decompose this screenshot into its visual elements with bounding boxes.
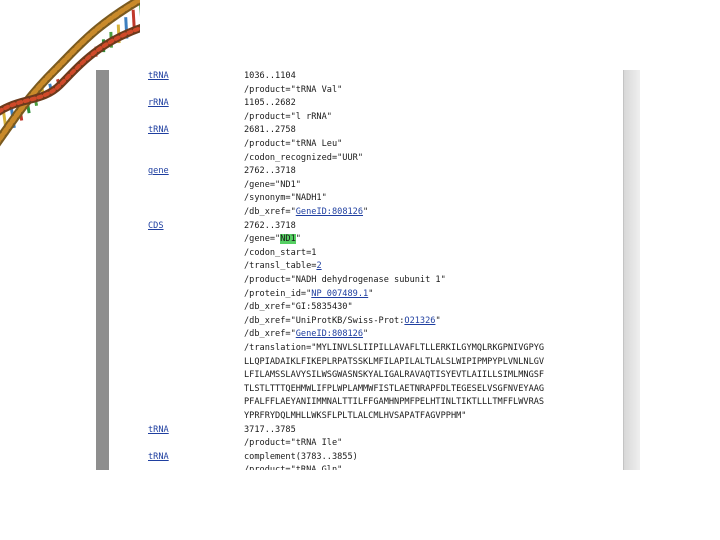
qualifier-suffix: ": [363, 329, 369, 340]
xref-link[interactable]: NP_007489.1: [311, 289, 368, 299]
qualifier-suffix: ": [363, 207, 369, 217]
qualifier-text: /db_xref="GeneID:808126": [244, 206, 368, 219]
qualifier-text: /db_xref="UniProtKB/Swiss-Prot:O21326": [244, 315, 441, 328]
feature-key-link[interactable]: tRNA: [148, 70, 169, 83]
qualifier-text: 2762..3718: [244, 220, 296, 231]
qualifier-text: /codon_recognized="UUR": [244, 152, 363, 163]
feature-key-link[interactable]: tRNA: [148, 451, 169, 464]
qualifier-prefix: /db_xref=": [244, 329, 296, 340]
qualifier-text: TLSTLTTTQEHMWLIFPLWPLAMMWFISTLAETNRAPFDL…: [244, 383, 545, 394]
feature-key-link[interactable]: tRNA: [148, 124, 169, 137]
qualifier-text: LLQPIADAIKLFIKEPLRPATSSKLMFILAPILALTLALS…: [244, 356, 545, 367]
qualifier-text: 3717..3785: [244, 424, 296, 435]
highlighted-gene-name: ND1: [280, 234, 296, 245]
qualifier-text: /product="tRNA Ile": [244, 438, 343, 449]
qualifier-text: PFALFFLAEYANIIMMNALTTILFFGAMHNPMFPELHTIN…: [244, 397, 545, 408]
qualifier-text: /gene="ND1": [244, 179, 301, 190]
qualifier-text: /protein_id="NP_007489.1": [244, 288, 373, 301]
genbank-record-viewer: tRNA 1036..1104/product="tRNA Val" rRNA 110…: [96, 70, 640, 470]
qualifier-prefix: /gene=": [244, 234, 281, 245]
qualifier-text: /product="tRNA Val": [244, 84, 343, 95]
qualifier-suffix: ": [295, 234, 301, 245]
qualifier-text: /codon_start=1: [244, 247, 317, 258]
feature-key-link[interactable]: tRNA: [148, 424, 169, 437]
qualifier-text: LFILAMSSLAVYSILWSGWASNSKYALIGALRAVAQTISY…: [244, 370, 545, 381]
qualifier-text: /product="NADH dehydrogenase subunit 1": [244, 275, 446, 285]
qualifier-suffix: ": [435, 315, 441, 326]
qualifier-text: /product="tRNA Gln": [244, 464, 342, 470]
vertical-scrollbar[interactable]: [623, 70, 640, 470]
qualifier-text: 2681..2758: [244, 125, 296, 136]
left-frame-bar: [96, 70, 109, 470]
qualifier-suffix: ": [368, 288, 374, 299]
qualifier-prefix: /protein_id=": [244, 288, 312, 299]
qualifier-text: /gene="ND1": [244, 233, 301, 246]
qualifier-prefix: /transl_table=: [244, 261, 317, 272]
qualifier-text: 1105..2682: [244, 98, 296, 109]
feature-key-link[interactable]: CDS: [148, 220, 164, 233]
xref-link[interactable]: 2: [316, 261, 321, 271]
xref-link[interactable]: GeneID:808126: [296, 329, 363, 339]
xref-link[interactable]: O21326: [404, 316, 435, 326]
qualifier-text: 1036..1104: [244, 71, 296, 81]
qualifier-text: /product="l rRNA": [244, 111, 332, 122]
qualifier-text: /translation="MYLINVLSLIIPILLAVAFLTLLERK…: [244, 343, 545, 353]
feature-key-link[interactable]: gene: [148, 165, 169, 178]
qualifier-text: /db_xref="GeneID:808126": [244, 328, 368, 341]
qualifier-prefix: /db_xref="UniProtKB/Swiss-Prot:: [244, 315, 405, 326]
qualifier-text: YPRFRYDQLMHLLWKSFLPLTLALCMLHVSAPATFAGVPP…: [244, 411, 467, 421]
xref-link[interactable]: GeneID:808126: [296, 207, 363, 217]
qualifier-text: /db_xref="GI:5835430": [244, 302, 353, 313]
qualifier-text: /transl_table=2: [244, 260, 322, 273]
qualifier-prefix: /db_xref=": [244, 207, 296, 217]
feature-key-link[interactable]: rRNA: [148, 97, 169, 110]
qualifier-text: complement(3783..3855): [244, 451, 358, 462]
qualifier-text: /product="tRNA Leu": [244, 139, 343, 149]
qualifier-text: /synonym="NADH1": [244, 193, 327, 204]
qualifier-text: 2762..3718: [244, 166, 296, 177]
